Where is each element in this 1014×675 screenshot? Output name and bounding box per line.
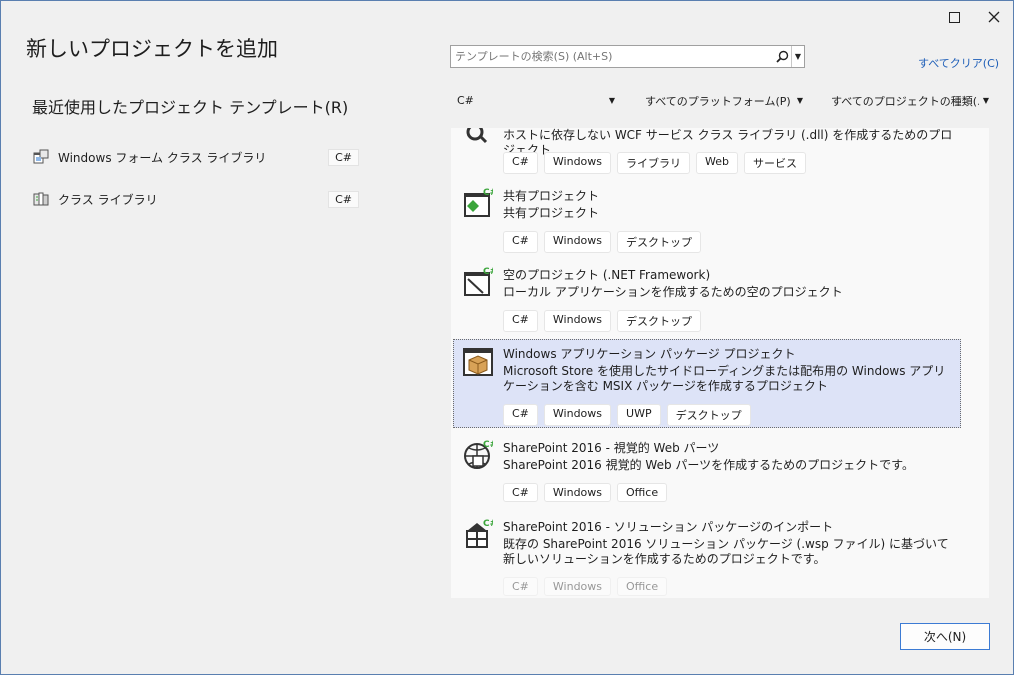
language-tag: C# xyxy=(328,148,359,166)
class-library-icon xyxy=(33,192,49,206)
template-name: Windows アプリケーション パッケージ プロジェクト xyxy=(503,347,796,361)
clear-all-link[interactable]: すべてクリア(C) xyxy=(918,55,999,71)
tag: Windows xyxy=(543,152,612,174)
winforms-library-icon xyxy=(33,149,49,164)
tag: C# xyxy=(503,231,538,253)
template-tags: C# Windows UWP デスクトップ xyxy=(503,404,751,426)
tag: Office xyxy=(617,483,668,502)
language-filter[interactable]: C# ▼ xyxy=(451,90,619,111)
template-tags: C# Windows Office xyxy=(503,483,668,502)
chevron-down-icon: ▼ xyxy=(608,96,616,105)
template-description: 既存の SharePoint 2016 ソリューション パッケージ (.wsp … xyxy=(503,537,949,566)
search-options-dropdown[interactable]: ▼ xyxy=(791,46,804,67)
tag: Windows xyxy=(543,577,612,596)
tag: Web xyxy=(696,152,738,174)
recent-item-class-library[interactable]: クラス ライブラリ C# xyxy=(33,188,359,210)
template-search-input[interactable] xyxy=(451,47,773,66)
tag: Windows xyxy=(543,231,612,253)
sharepoint-webpart-icon: C# xyxy=(464,440,493,469)
tag: Windows xyxy=(543,483,612,502)
project-type-filter-value: すべてのプロジェクトの種類(... xyxy=(831,94,979,108)
sharepoint-import-icon: C# xyxy=(466,519,493,548)
template-name: SharePoint 2016 - ソリューション パッケージのインポート xyxy=(503,520,834,534)
maximize-button[interactable] xyxy=(939,7,969,27)
template-tags: C# Windows デスクトップ xyxy=(503,231,702,253)
language-tag: C# xyxy=(328,190,359,208)
template-name: 空のプロジェクト (.NET Framework) xyxy=(503,268,711,282)
template-tags: C# Windows デスクトップ xyxy=(503,310,702,332)
tag: Windows xyxy=(543,310,612,332)
chevron-down-icon: ▼ xyxy=(982,96,990,105)
template-tags: C# Windows Office xyxy=(503,577,668,596)
svg-text:C#: C# xyxy=(483,440,493,450)
template-description: ローカル アプリケーションを作成するための空のプロジェクト xyxy=(503,285,843,299)
tag: C# xyxy=(503,152,538,174)
platform-filter[interactable]: すべてのプラットフォーム(P) ▼ xyxy=(639,90,807,111)
tag: デスクトップ xyxy=(666,404,751,426)
tag: ライブラリ xyxy=(617,152,691,174)
template-description: SharePoint 2016 視覚的 Web パーツを作成するためのプロジェク… xyxy=(503,458,914,472)
svg-text:C#: C# xyxy=(483,519,493,529)
template-description: Microsoft Store を使用したサイドローディングまたは配布用の Wi… xyxy=(503,364,946,393)
tag: Windows xyxy=(543,404,612,426)
template-list[interactable]: ホストに依存しない WCF サービス クラス ライブラリ (.dll) を作成す… xyxy=(451,128,989,598)
tag: サービス xyxy=(744,152,806,174)
shared-project-icon: C# xyxy=(464,188,493,217)
tag: デスクトップ xyxy=(617,310,702,332)
recent-item-label: Windows フォーム クラス ライブラリ xyxy=(58,150,267,165)
tag: UWP xyxy=(617,404,661,426)
chevron-down-icon: ▼ xyxy=(796,96,804,105)
package-project-icon xyxy=(463,348,493,376)
platform-filter-value: すべてのプラットフォーム(P) xyxy=(645,94,791,108)
page-title: 新しいプロジェクトを追加 xyxy=(26,37,278,61)
tag: C# xyxy=(503,577,538,596)
recent-item-label: クラス ライブラリ xyxy=(58,192,158,207)
next-button[interactable]: 次へ(N) xyxy=(900,623,990,650)
template-name: 共有プロジェクト xyxy=(503,189,600,203)
dialog-window: 新しいプロジェクトを追加 最近使用したプロジェクト テンプレート(R) Wind… xyxy=(0,0,1014,675)
close-button[interactable] xyxy=(979,7,1009,27)
tag: C# xyxy=(503,404,538,426)
tag: デスクトップ xyxy=(617,231,702,253)
tag: C# xyxy=(503,310,538,332)
language-filter-value: C# xyxy=(457,94,474,107)
svg-text:C#: C# xyxy=(483,267,493,277)
tag: C# xyxy=(503,483,538,502)
recent-item-winforms-library[interactable]: Windows フォーム クラス ライブラリ C# xyxy=(33,146,359,168)
tag: Office xyxy=(617,577,668,596)
recent-templates-heading: 最近使用したプロジェクト テンプレート(R) xyxy=(32,98,349,117)
empty-project-icon: C# xyxy=(464,267,493,296)
wcf-service-icon xyxy=(466,128,488,144)
template-search-box[interactable]: ▼ xyxy=(450,45,805,68)
template-description: 共有プロジェクト xyxy=(503,206,600,220)
close-icon xyxy=(988,11,1000,23)
template-name: SharePoint 2016 - 視覚的 Web パーツ xyxy=(503,441,720,455)
search-icon[interactable] xyxy=(773,47,791,66)
svg-text:C#: C# xyxy=(483,188,493,198)
maximize-icon xyxy=(948,11,960,23)
project-type-filter[interactable]: すべてのプロジェクトの種類(... ▼ xyxy=(825,90,993,111)
template-tags: C# Windows ライブラリ Web サービス xyxy=(503,152,806,174)
